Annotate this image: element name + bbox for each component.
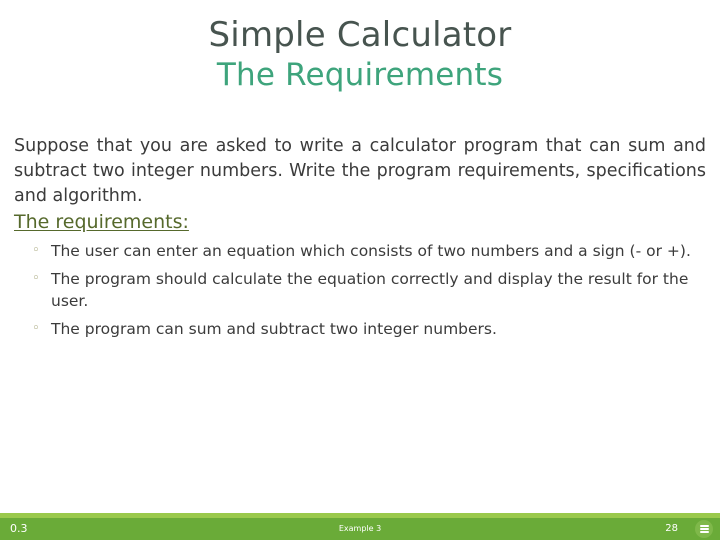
footer-page-number: 28 xyxy=(665,523,678,534)
list-item: ◦ The user can enter an equation which c… xyxy=(14,240,714,263)
requirements-heading: The requirements: xyxy=(14,211,189,233)
menu-icon-bar xyxy=(699,531,709,533)
footer-bar: 0.3 Example 3 28 xyxy=(0,518,720,540)
list-item: ◦ The program can sum and subtract two i… xyxy=(14,318,714,341)
menu-icon-bars xyxy=(699,525,709,533)
body-paragraph: Suppose that you are asked to write a ca… xyxy=(14,135,706,206)
requirements-list: ◦ The user can enter an equation which c… xyxy=(14,240,714,345)
bullet-circle-icon: ◦ xyxy=(32,320,40,336)
slide-title-block: Simple Calculator The Requirements xyxy=(0,0,720,94)
bullet-circle-icon: ◦ xyxy=(32,243,40,258)
list-item-text: The program can sum and subtract two int… xyxy=(51,319,497,338)
list-item-text: The program should calculate the equatio… xyxy=(51,269,689,311)
footer-example-label: Example 3 xyxy=(338,524,382,533)
list-item-text: The user can enter an equation which con… xyxy=(51,242,691,260)
slide-footer: 0.3 Example 3 28 xyxy=(0,513,720,540)
menu-icon[interactable] xyxy=(695,520,713,538)
bullet-circle-icon: ◦ xyxy=(32,270,40,286)
list-item: ◦ The program should calculate the equat… xyxy=(14,268,714,313)
menu-icon-bar xyxy=(699,528,709,530)
page-title: Simple Calculator xyxy=(208,15,512,55)
slide-canvas: Simple Calculator The Requirements Suppo… xyxy=(0,0,720,540)
menu-icon-bar xyxy=(699,525,709,527)
page-subtitle: The Requirements xyxy=(216,57,504,93)
